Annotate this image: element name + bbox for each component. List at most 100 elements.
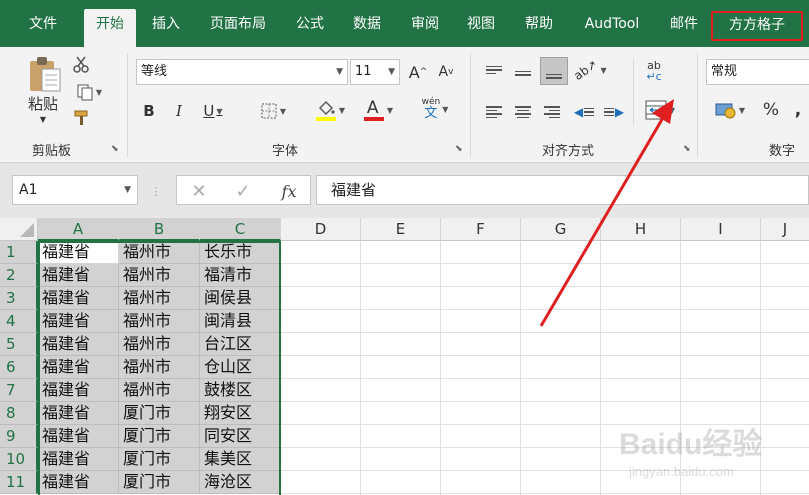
- cell-c8[interactable]: 翔安区: [200, 402, 281, 425]
- cell-c3[interactable]: 闽侯县: [200, 287, 281, 310]
- comma-button[interactable]: ,: [790, 97, 806, 123]
- cell-b9[interactable]: 厦门市: [119, 425, 200, 448]
- bold-button[interactable]: B: [138, 99, 160, 123]
- cell-a7[interactable]: 福建省: [38, 379, 119, 402]
- cell-a4[interactable]: 福建省: [38, 310, 119, 333]
- row-header[interactable]: 8: [0, 402, 38, 425]
- enter-icon[interactable]: ✓: [231, 179, 255, 203]
- row-header[interactable]: 1: [0, 241, 38, 264]
- cell-b3[interactable]: 福州市: [119, 287, 200, 310]
- tab-audtool[interactable]: AudTool: [572, 10, 652, 38]
- cell-c1[interactable]: 长乐市: [200, 241, 281, 264]
- cell-b11[interactable]: 厦门市: [119, 471, 200, 494]
- align-left-icon[interactable]: [484, 101, 504, 123]
- cell-b4[interactable]: 福州市: [119, 310, 200, 333]
- tab-home[interactable]: 开始: [84, 9, 136, 47]
- decrease-indent-icon[interactable]: ◀: [573, 101, 595, 123]
- align-center-icon[interactable]: [513, 101, 533, 123]
- wrap-text-button[interactable]: ab ↵c: [642, 57, 666, 85]
- shrink-font-button[interactable]: Av: [434, 60, 458, 84]
- column-header[interactable]: F: [441, 218, 521, 241]
- row-header[interactable]: 10: [0, 448, 38, 471]
- column-header[interactable]: H: [601, 218, 681, 241]
- cell-a1[interactable]: 福建省: [38, 241, 119, 264]
- tab-fangfanggezi[interactable]: 方方格子: [711, 11, 803, 41]
- align-middle-icon[interactable]: [513, 59, 533, 81]
- column-header[interactable]: E: [361, 218, 441, 241]
- cell-c11[interactable]: 海沧区: [200, 471, 281, 494]
- cell-a6[interactable]: 福建省: [38, 356, 119, 379]
- cell-b2[interactable]: 福州市: [119, 264, 200, 287]
- column-header[interactable]: D: [281, 218, 361, 241]
- cell-a5[interactable]: 福建省: [38, 333, 119, 356]
- column-header[interactable]: C: [200, 218, 281, 241]
- cell-c9[interactable]: 同安区: [200, 425, 281, 448]
- cell-b1[interactable]: 福州市: [119, 241, 200, 264]
- name-box[interactable]: A1 ▼: [12, 175, 138, 205]
- tab-data[interactable]: 数据: [342, 10, 392, 38]
- tab-formulas[interactable]: 公式: [286, 10, 334, 38]
- worksheet-grid[interactable]: A B C D E F G H I J 1 福建省 福州市 长乐市 2 福建省: [0, 218, 809, 495]
- column-header[interactable]: G: [521, 218, 601, 241]
- format-painter-icon[interactable]: [70, 107, 94, 129]
- align-bottom-icon[interactable]: [540, 57, 568, 85]
- cell-a3[interactable]: 福建省: [38, 287, 119, 310]
- cell-b5[interactable]: 福州市: [119, 333, 200, 356]
- borders-button[interactable]: ▼: [254, 99, 292, 123]
- clipboard-launcher-icon[interactable]: ⬊: [111, 144, 119, 154]
- paste-icon[interactable]: [24, 55, 64, 95]
- row-header[interactable]: 2: [0, 264, 38, 287]
- cell-a10[interactable]: 福建省: [38, 448, 119, 471]
- tab-view[interactable]: 视图: [456, 10, 506, 38]
- row-header[interactable]: 4: [0, 310, 38, 333]
- cancel-icon[interactable]: ✕: [187, 179, 211, 203]
- chevron-down-icon[interactable]: ▼: [124, 176, 131, 204]
- cell-a2[interactable]: 福建省: [38, 264, 119, 287]
- row-header[interactable]: 11: [0, 471, 38, 494]
- cell-a11[interactable]: 福建省: [38, 471, 119, 494]
- cell-b7[interactable]: 福州市: [119, 379, 200, 402]
- row-header[interactable]: 7: [0, 379, 38, 402]
- row-header[interactable]: 6: [0, 356, 38, 379]
- row-header[interactable]: 5: [0, 333, 38, 356]
- drag-handle-icon[interactable]: ⋮: [150, 181, 162, 201]
- insert-function-button[interactable]: fx: [275, 179, 303, 203]
- cell-c4[interactable]: 闽清县: [200, 310, 281, 333]
- tab-mail[interactable]: 邮件: [661, 10, 707, 38]
- column-header[interactable]: I: [681, 218, 761, 241]
- select-all-corner[interactable]: [0, 218, 38, 241]
- tab-help[interactable]: 帮助: [514, 10, 564, 38]
- cell-c10[interactable]: 集美区: [200, 448, 281, 471]
- tab-page-layout[interactable]: 页面布局: [200, 10, 276, 38]
- column-header[interactable]: J: [761, 218, 809, 241]
- align-right-icon[interactable]: [542, 101, 562, 123]
- orientation-button[interactable]: ab↗ ▼: [572, 57, 608, 83]
- italic-button[interactable]: I: [168, 99, 190, 123]
- accounting-format-button[interactable]: ▼: [710, 97, 750, 123]
- font-name-dropdown[interactable]: 等线 ▼: [136, 59, 348, 85]
- cell-a8[interactable]: 福建省: [38, 402, 119, 425]
- tab-file[interactable]: 文件: [14, 10, 72, 38]
- cell-a9[interactable]: 福建省: [38, 425, 119, 448]
- column-header[interactable]: B: [119, 218, 200, 241]
- paste-label[interactable]: 粘贴: [22, 93, 64, 113]
- copy-icon[interactable]: ▼: [70, 81, 108, 103]
- cell-b8[interactable]: 厦门市: [119, 402, 200, 425]
- underline-button[interactable]: U ▼: [196, 99, 230, 123]
- alignment-launcher-icon[interactable]: ⬊: [683, 144, 691, 154]
- percent-button[interactable]: %: [760, 97, 782, 123]
- merge-center-button[interactable]: ▼: [640, 97, 680, 123]
- cell-b10[interactable]: 厦门市: [119, 448, 200, 471]
- number-format-dropdown[interactable]: 常规: [706, 59, 809, 85]
- cell-c5[interactable]: 台江区: [200, 333, 281, 356]
- cell-c6[interactable]: 仓山区: [200, 356, 281, 379]
- row-header[interactable]: 9: [0, 425, 38, 448]
- phonetic-guide-button[interactable]: wén 文 ▼: [414, 95, 456, 123]
- align-top-icon[interactable]: [484, 59, 504, 81]
- cell-c2[interactable]: 福清市: [200, 264, 281, 287]
- paste-dropdown-icon[interactable]: ▼: [36, 113, 50, 125]
- column-header[interactable]: A: [38, 218, 119, 241]
- fill-color-button[interactable]: ▼: [310, 97, 350, 123]
- cut-icon[interactable]: [70, 53, 92, 75]
- row-header[interactable]: 3: [0, 287, 38, 310]
